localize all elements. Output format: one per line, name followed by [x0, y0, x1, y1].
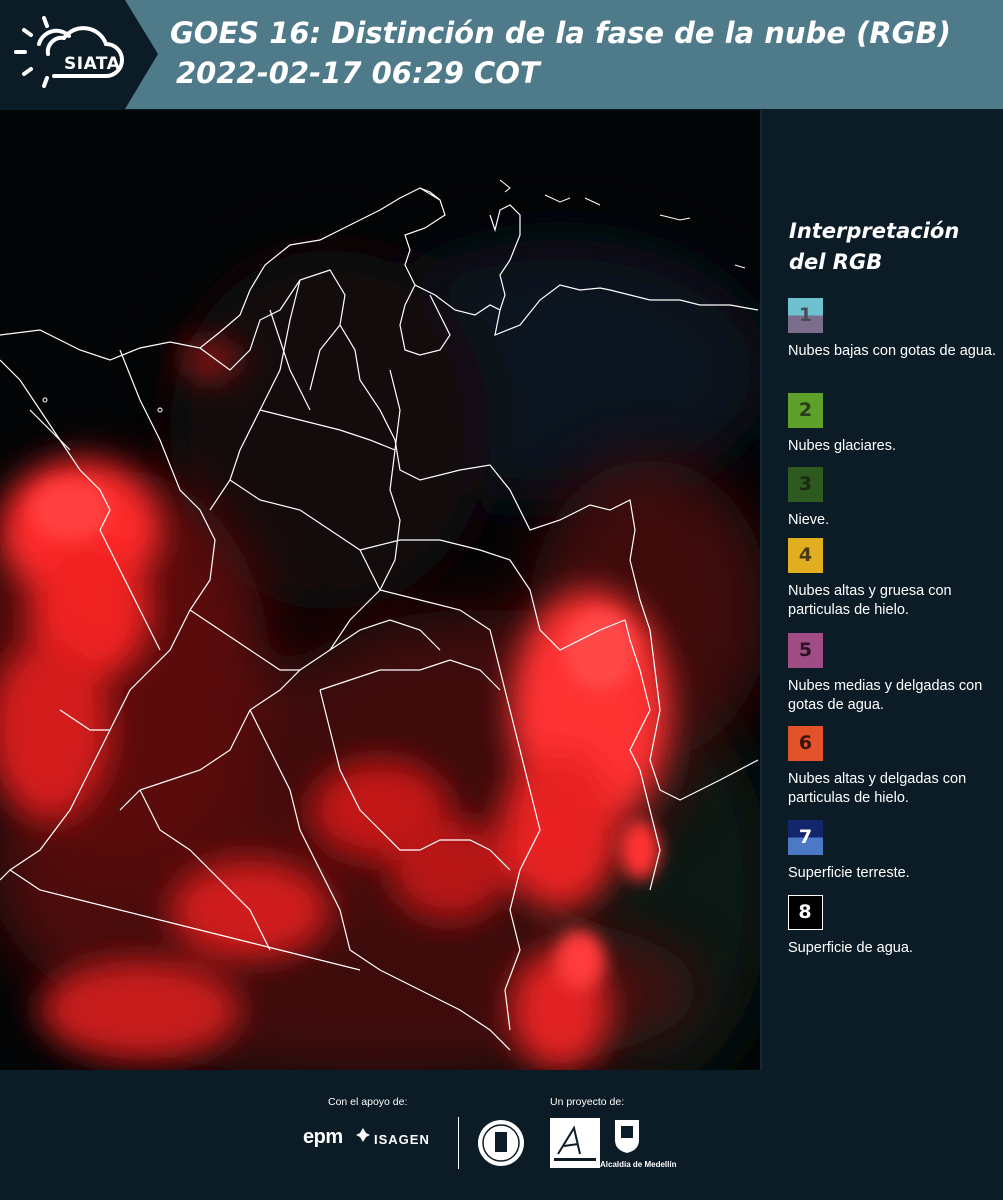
epm-logo: epm — [303, 1126, 343, 1148]
siata-logo-text: SIATA — [64, 54, 121, 74]
legend-number-6: 6 — [798, 732, 813, 754]
legend-swatch-7: 7 — [788, 820, 823, 855]
footer-divider — [458, 1117, 459, 1169]
legend-item-8: 8 Superficie de agua. — [788, 895, 1000, 958]
legend-label-5: Nubes medias y delgadas con gotas de agu… — [788, 678, 983, 713]
legend-label-4: Nubes altas y gruesa con particulas de h… — [788, 583, 952, 618]
legend-label-2: Nubes glaciares. — [788, 438, 896, 454]
legend-label-6: Nubes altas y delgadas con particulas de… — [788, 771, 967, 806]
siata-logo: SIATA — [14, 14, 134, 96]
satellite-image — [0, 110, 760, 1070]
legend-item-3: 3 Nieve. — [788, 467, 1000, 530]
legend-swatch-4: 4 — [788, 538, 823, 573]
legend-swatch-3: 3 — [788, 467, 823, 502]
legend-swatch-1: 1 — [788, 298, 823, 333]
legend-item-7: 7 Superficie terreste. — [788, 820, 1000, 883]
university-seal-icon — [478, 1120, 524, 1166]
legend-number-5: 5 — [798, 639, 813, 661]
alcaldia-text: Alcaldía de Medellín — [600, 1160, 677, 1169]
legend-number-2: 2 — [798, 399, 813, 421]
legend-panel: Interpretación del RGB 1 Nubes bajas con… — [762, 110, 1003, 1070]
area-metropolitana-logo-icon — [550, 1118, 600, 1168]
legend-item-4: 4 Nubes altas y gruesa con particulas de… — [788, 538, 1000, 620]
legend-label-3: Nieve. — [788, 512, 830, 528]
legend-label-1: Nubes bajas con gotas de agua. — [788, 343, 996, 359]
isagen-logo: ISAGEN — [374, 1132, 430, 1147]
satellite-map — [0, 110, 760, 1070]
legend-swatch-6: 6 — [788, 726, 823, 761]
legend-label-7: Superficie terreste. — [788, 865, 910, 881]
page-timestamp: 2022-02-17 06:29 COT — [176, 56, 540, 90]
legend-item-5: 5 Nubes medias y delgadas con gotas de a… — [788, 633, 1000, 715]
legend-item-2: 2 Nubes glaciares. — [788, 393, 1000, 456]
legend-item-6: 6 Nubes altas y delgadas con particulas … — [788, 726, 1000, 808]
footer: Con el apoyo de: Un proyecto de: epm ISA… — [0, 1070, 1003, 1200]
alcaldia-shield-icon — [615, 1120, 639, 1153]
legend-item-1: 1 Nubes bajas con gotas de agua. — [788, 298, 1000, 361]
legend-number-1: 1 — [798, 304, 813, 326]
support-label: Con el apoyo de: — [328, 1096, 408, 1108]
isagen-mark-icon — [356, 1128, 370, 1142]
legend-swatch-5: 5 — [788, 633, 823, 668]
legend-swatch-8: 8 — [788, 895, 823, 930]
legend-number-3: 3 — [798, 473, 813, 495]
header-banner: SIATA GOES 16: Distinción de la fase de … — [0, 0, 1003, 109]
page-title: GOES 16: Distinción de la fase de la nub… — [170, 16, 951, 50]
legend-number-7: 7 — [798, 826, 813, 848]
legend-title: Interpretación del RGB — [789, 219, 960, 274]
legend-number-8: 8 — [798, 901, 812, 923]
legend-number-4: 4 — [798, 544, 813, 566]
legend-swatch-2: 2 — [788, 393, 823, 428]
project-label: Un proyecto de: — [550, 1096, 625, 1108]
legend-label-8: Superficie de agua. — [788, 940, 913, 956]
